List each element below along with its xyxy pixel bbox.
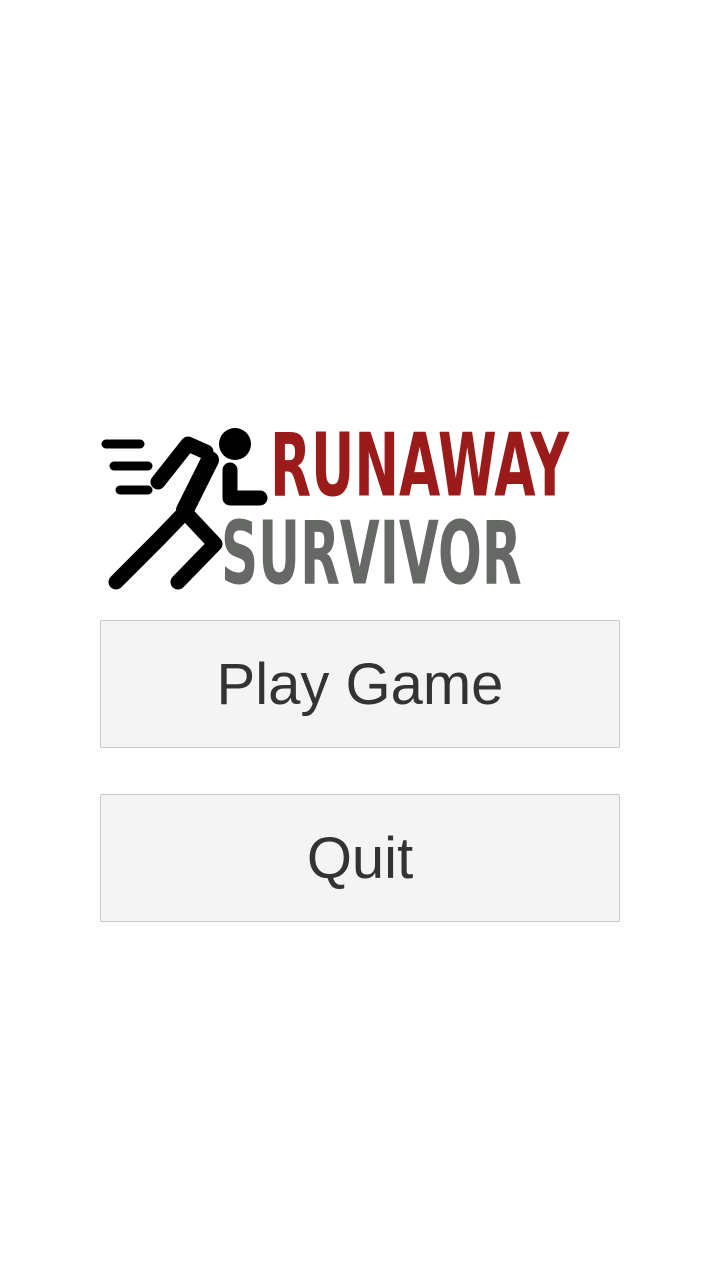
logo-title-line-1: RUNAWAY [270, 414, 570, 517]
main-menu-screen: RUNAWAY SURVIVOR Play Game Quit [0, 0, 720, 1280]
quit-button[interactable]: Quit [100, 794, 620, 922]
play-game-button[interactable]: Play Game [100, 620, 620, 748]
play-game-label: Play Game [216, 651, 504, 717]
quit-label: Quit [306, 825, 414, 891]
game-logo: RUNAWAY SURVIVOR [100, 422, 620, 602]
logo-title-line-2: SURVIVOR [221, 502, 522, 605]
